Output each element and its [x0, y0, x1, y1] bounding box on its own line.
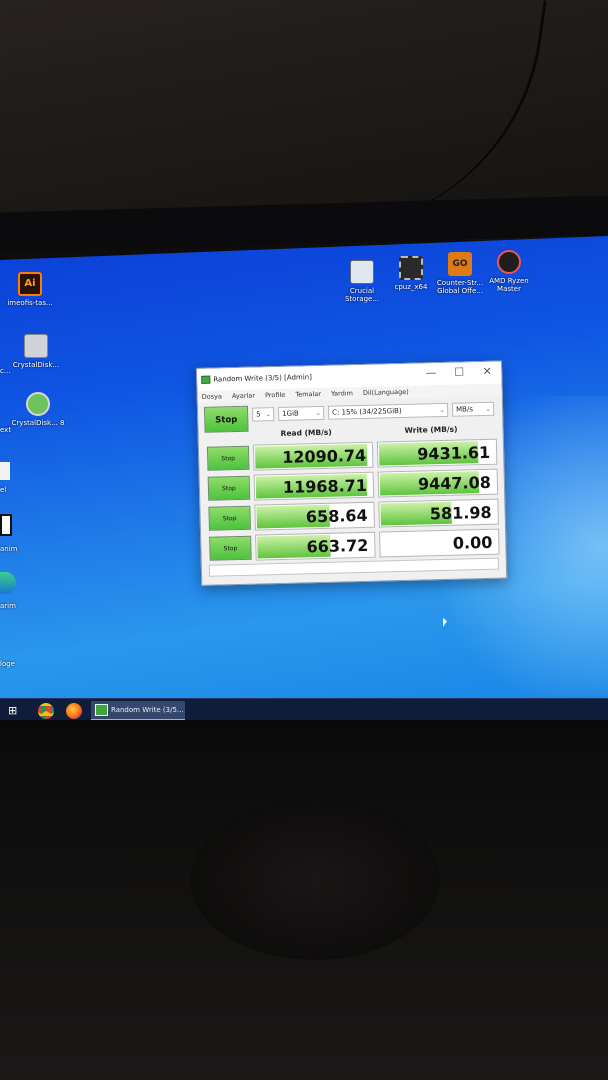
write-cell: 0.00 — [379, 528, 500, 558]
monitor-stand — [190, 800, 440, 960]
drive-value: C: 15% (34/225GiB) — [332, 406, 402, 417]
row-stop-button[interactable]: Stop — [206, 445, 250, 471]
app-icon — [201, 375, 211, 384]
write-cell: 581.98 — [378, 498, 499, 528]
write-cell: 9447.08 — [377, 468, 499, 498]
comment-field[interactable] — [208, 557, 500, 577]
menu-language[interactable]: Dil(Language) — [363, 388, 409, 397]
read-cell: 12090.74 — [252, 441, 374, 471]
desktop-icon-label: AMD Ryzen Master — [489, 277, 529, 293]
taskbar-app-label: Random Write (3/5... — [111, 706, 184, 714]
write-value: 9431.61 — [417, 442, 491, 464]
partial-icon-c[interactable] — [0, 462, 10, 480]
cpuz-icon — [399, 256, 423, 280]
desktop-icon-label: imeofis-tas... — [7, 299, 53, 307]
read-cell: 11968.71 — [253, 471, 375, 501]
chevron-down-icon: ⌄ — [485, 404, 492, 413]
chrome-icon[interactable] — [38, 703, 54, 719]
write-bar — [381, 533, 382, 556]
minimize-button[interactable]: — — [417, 363, 446, 386]
count-select[interactable]: 5 ⌄ — [251, 407, 275, 422]
partial-icon-label: c... — [0, 367, 11, 375]
read-header: Read (MB/s) — [280, 427, 332, 438]
menu-yardim[interactable]: Yardım — [331, 389, 353, 398]
read-cell: 663.72 — [255, 531, 376, 561]
desktop-icon-label: CrystalDisk... 8 — [11, 419, 65, 427]
read-cell: 658.64 — [254, 501, 375, 531]
all-stop-button[interactable]: Stop — [203, 405, 249, 433]
desktop-icon-illustrator[interactable]: Ai imeofis-tas... — [0, 272, 60, 307]
partial-icon-label: arim — [0, 602, 16, 610]
row-stop-button[interactable]: Stop — [207, 475, 251, 501]
read-value: 658.64 — [305, 505, 368, 527]
unit-select[interactable]: MB/s ⌄ — [451, 401, 495, 417]
crucial-storage-icon — [350, 260, 374, 284]
chevron-down-icon: ⌄ — [315, 408, 322, 418]
taskbar: ⊞ Random Write (3/5... — [0, 698, 608, 722]
close-button[interactable]: ✕ — [473, 362, 502, 385]
firefox-icon[interactable] — [66, 703, 82, 719]
chevron-down-icon: ⌄ — [265, 410, 272, 419]
taskbar-app-crystaldiskmark[interactable]: Random Write (3/5... — [91, 701, 185, 721]
partial-icon-label: ext — [0, 426, 12, 434]
partial-icon-d[interactable] — [0, 514, 12, 536]
desktop-icon-ryzen[interactable]: AMD Ryzen Master — [479, 250, 539, 293]
crystaldiskmark-icon — [95, 704, 108, 716]
drive-select[interactable]: C: 15% (34/225GiB) ⌄ — [327, 402, 449, 420]
partial-icon-label: el — [0, 486, 7, 494]
write-value: 581.98 — [429, 502, 492, 524]
menu-ayarlar[interactable]: Ayarlar — [232, 392, 255, 401]
maximize-button[interactable]: ☐ — [445, 362, 474, 385]
menu-temalar[interactable]: Temalar — [295, 390, 321, 399]
counter-strike-icon: GO — [448, 252, 472, 276]
partial-icon-label: loge — [0, 660, 15, 668]
unit-value: MB/s — [455, 405, 474, 414]
desktop-icon-label: CrystalDisk... — [12, 361, 60, 369]
crystaldisk-icon — [26, 392, 50, 416]
controls-row: Stop 5 ⌄ 1GiB ⌄ C: 15% (34/225GiB) ⌄ MB/s ⌄ — [198, 398, 502, 433]
amd-ryzen-master-icon — [497, 250, 521, 274]
mouse-cursor — [443, 618, 447, 627]
partial-icon-label: anim — [0, 545, 18, 553]
desktop-icon-crystaldisk-2[interactable]: CrystalDisk... 8 — [8, 392, 68, 427]
crystaldisk-icon — [24, 334, 48, 358]
desktop-icon-crystaldisk-1[interactable]: CrystalDisk... — [6, 334, 66, 369]
write-value: 0.00 — [452, 532, 493, 553]
write-cell: 9431.61 — [376, 438, 498, 468]
crystaldiskmark-window[interactable]: Random Write (3/5) [Admin] — ☐ ✕ Dosya A… — [196, 360, 508, 586]
menu-profile[interactable]: Profile — [265, 391, 285, 399]
chevron-down-icon: ⌄ — [439, 405, 446, 415]
read-value: 663.72 — [306, 535, 369, 557]
illustrator-icon: Ai — [18, 272, 42, 296]
read-value: 12090.74 — [281, 445, 367, 467]
size-select[interactable]: 1GiB ⌄ — [277, 405, 325, 422]
count-value: 5 — [256, 410, 261, 419]
row-stop-button[interactable]: Stop — [209, 535, 252, 561]
task-view-icon[interactable]: ⊞ — [8, 703, 24, 719]
row-stop-button[interactable]: Stop — [208, 505, 251, 531]
menu-dosya[interactable]: Dosya — [202, 392, 222, 400]
size-value: 1GiB — [282, 409, 299, 418]
window-title: Random Write (3/5) [Admin] — [213, 373, 312, 384]
write-header: Write (MB/s) — [404, 424, 458, 435]
read-value: 11968.71 — [282, 475, 368, 497]
write-value: 9447.08 — [417, 472, 492, 494]
